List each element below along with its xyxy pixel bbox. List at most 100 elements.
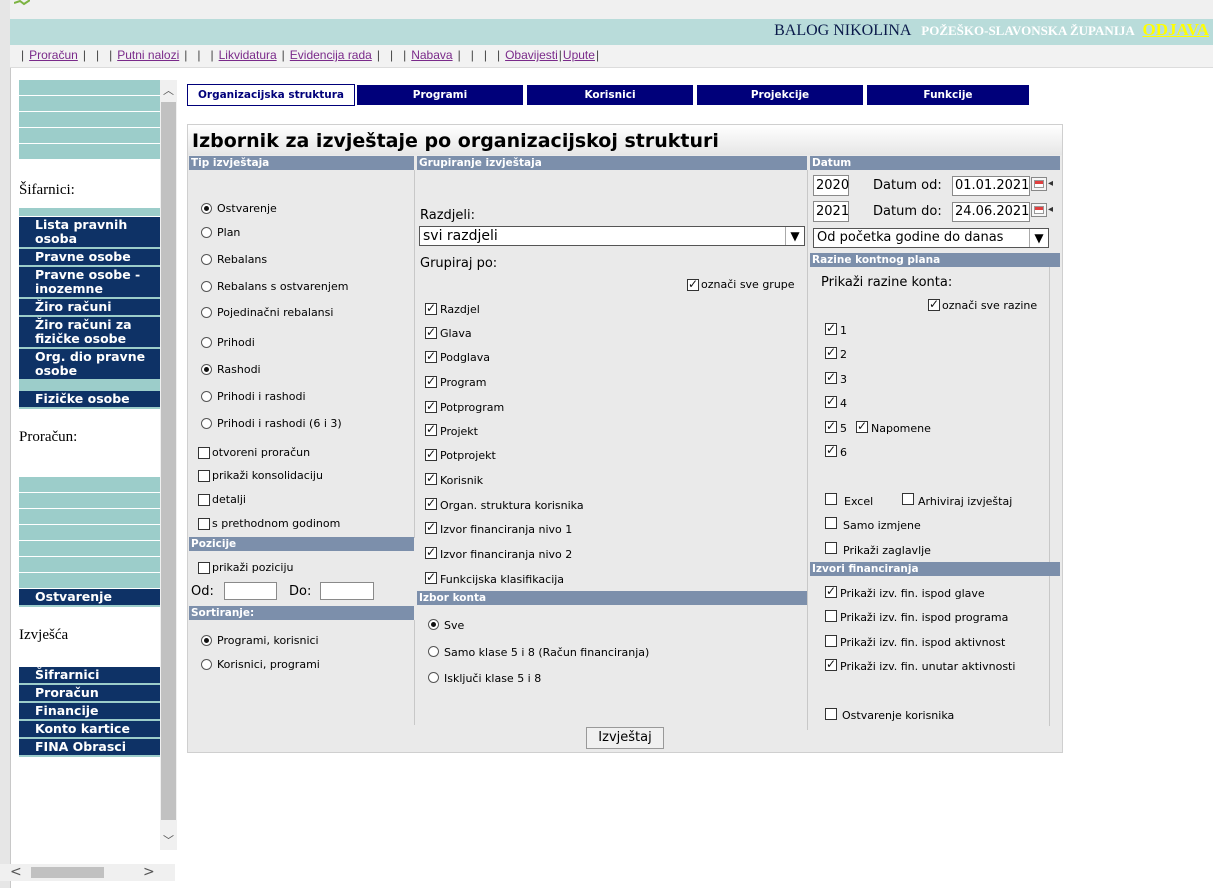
checkbox-razina-3[interactable]: [825, 370, 837, 384]
checkbox-potprogram[interactable]: [425, 399, 437, 413]
checkbox-podglava[interactable]: [425, 349, 437, 363]
checkbox-izvori-ispod-aktivnost[interactable]: [825, 635, 837, 647]
checkbox-razina-6[interactable]: [825, 443, 837, 457]
radio-pojedinacni-rebalansi[interactable]: [201, 307, 212, 318]
calendar-arrow-icon[interactable]: ◂: [1048, 203, 1053, 217]
checkbox-detalji[interactable]: [198, 494, 210, 506]
radio-plan[interactable]: [201, 227, 212, 238]
checkbox-otvoreni-proracun[interactable]: [198, 447, 210, 459]
menu-proracun[interactable]: Proračun: [29, 48, 78, 62]
checkbox-samo-izmjene[interactable]: [825, 517, 837, 529]
radio-prihodi-rashodi-6-3[interactable]: [201, 418, 212, 429]
checkbox-izvor-nivo-2[interactable]: [425, 545, 437, 559]
radio-prihodi-rashodi[interactable]: [201, 391, 212, 402]
checkbox-projekt[interactable]: [425, 422, 437, 436]
sidebar-item-pravne-osobe[interactable]: Pravne osobe: [19, 249, 160, 267]
checkbox-izvor-nivo-1[interactable]: [425, 520, 437, 534]
tab-organizacijska-struktura[interactable]: Organizacijska struktura: [187, 84, 355, 106]
checkbox-oznaci-sve-grupe[interactable]: [687, 277, 699, 291]
menu-nabava[interactable]: Nabava: [411, 48, 452, 62]
sidebar-item-fina-obrasci[interactable]: FINA Obrasci: [19, 739, 160, 757]
checkbox-potprojekt[interactable]: [425, 447, 437, 461]
checkbox-organ-struktura[interactable]: [425, 496, 437, 510]
radio-rebalans-ostvarenje[interactable]: [201, 281, 212, 292]
checkbox-napomene[interactable]: [856, 419, 868, 433]
sidebar-item-financije[interactable]: Financije: [19, 703, 160, 721]
checkbox-label: označi sve razine: [942, 299, 1038, 312]
scrollbar-thumb[interactable]: [31, 867, 104, 878]
sidebar-item-proracun[interactable]: Proračun: [19, 685, 160, 703]
logout-link[interactable]: ODJAVA: [1143, 20, 1209, 39]
datum-do-input[interactable]: 24.06.2021: [952, 202, 1030, 222]
radio-samo-klase[interactable]: [428, 646, 439, 657]
checkbox-razdjel[interactable]: [425, 301, 437, 315]
checkbox-prethodna-godina[interactable]: [198, 518, 210, 530]
menu-evidencija-rada[interactable]: Evidencija rada: [290, 48, 372, 62]
radio-programi-korisnici[interactable]: [201, 635, 212, 646]
tab-projekcije[interactable]: Projekcije: [697, 85, 863, 105]
checkbox-ostvarenje-korisnika[interactable]: [825, 708, 837, 720]
tab-funkcije[interactable]: Funkcije: [867, 85, 1029, 105]
sidebar-item-ostvarenje[interactable]: Ostvarenje: [19, 589, 160, 607]
radio-ostvarenje[interactable]: [201, 203, 212, 214]
calendar-icon[interactable]: [1031, 177, 1047, 191]
radio-label: Korisnici, programi: [217, 658, 320, 671]
scroll-up-icon[interactable]: ︿: [163, 82, 174, 98]
radio-sve[interactable]: [428, 619, 439, 630]
menu-obavijesti[interactable]: Obavijesti: [505, 48, 558, 62]
sidebar-item-lista-pravnih-osoba[interactable]: Lista pravnih osoba: [19, 217, 160, 249]
checkbox-prikazi-poziciju[interactable]: [198, 562, 210, 574]
checkbox-izvori-ispod-glave[interactable]: [825, 584, 837, 598]
sidebar-horizontal-scrollbar[interactable]: < >: [0, 864, 175, 881]
checkbox-label: Projekt: [440, 425, 478, 438]
calendar-icon[interactable]: [1031, 203, 1047, 217]
checkbox-excel[interactable]: [825, 493, 837, 505]
scroll-left-icon[interactable]: <: [10, 864, 22, 880]
izvjestaj-button[interactable]: Izvještaj: [586, 727, 664, 749]
datum-od-input[interactable]: 01.01.2021: [952, 176, 1030, 196]
sidebar-vertical-scrollbar[interactable]: ︿ ﹀: [160, 80, 177, 850]
checkbox-oznaci-sve-razine[interactable]: [928, 297, 940, 311]
pozicija-od-input[interactable]: [224, 582, 277, 600]
pozicija-do-input[interactable]: [320, 582, 374, 600]
sidebar-item-konto-kartice[interactable]: Konto kartice: [19, 721, 160, 739]
sidebar-item-ziro-racuni-fizicke[interactable]: Žiro računi za fizičke osobe: [19, 317, 160, 349]
checkbox-razina-5[interactable]: [825, 419, 837, 433]
radio-prihodi[interactable]: [201, 337, 212, 348]
checkbox-izvori-unutar-aktivnosti[interactable]: [825, 657, 837, 671]
checkbox-razina-2[interactable]: [825, 345, 837, 359]
razdjeli-select[interactable]: svi razdjeli ▼: [419, 226, 805, 246]
sidebar-item-sifrarnici[interactable]: Šifrarnici: [19, 667, 160, 685]
radio-rashodi[interactable]: [201, 364, 212, 375]
scroll-right-icon[interactable]: >: [143, 864, 155, 880]
tab-korisnici[interactable]: Korisnici: [527, 85, 693, 105]
tab-programi[interactable]: Programi: [357, 85, 523, 105]
checkbox-konsolidacija[interactable]: [198, 470, 210, 482]
radio-korisnici-programi[interactable]: [201, 659, 212, 670]
year-to-input[interactable]: 2021: [813, 201, 849, 222]
calendar-arrow-icon[interactable]: ◂: [1048, 177, 1053, 191]
checkbox-funkcijska[interactable]: [425, 570, 437, 584]
sidebar-item-ziro-racuni[interactable]: Žiro računi: [19, 299, 160, 317]
scrollbar-thumb[interactable]: [161, 102, 176, 820]
radio-iskljuci-klase[interactable]: [428, 672, 439, 683]
menu-putni-nalozi[interactable]: Putni nalozi: [117, 48, 179, 62]
checkbox-razina-1[interactable]: [825, 321, 837, 335]
scroll-down-icon[interactable]: ﹀: [163, 832, 174, 848]
checkbox-label: 5: [840, 422, 847, 435]
year-from-input[interactable]: 2020: [813, 175, 849, 196]
menu-likvidatura[interactable]: Likvidatura: [219, 48, 277, 62]
menu-upute[interactable]: Upute: [563, 48, 595, 62]
checkbox-arhiviraj[interactable]: [902, 493, 914, 505]
checkbox-glava[interactable]: [425, 325, 437, 339]
checkbox-prikazi-zaglavlje[interactable]: [825, 542, 837, 554]
checkbox-program[interactable]: [425, 374, 437, 388]
radio-rebalans[interactable]: [201, 254, 212, 265]
sidebar-item-pravne-osobe-inozemne[interactable]: Pravne osobe - inozemne: [19, 267, 160, 299]
period-select[interactable]: Od početka godine do danas ▼: [813, 228, 1049, 248]
sidebar-item-org-dio[interactable]: Org. dio pravne osobe: [19, 349, 160, 381]
sidebar-item-fizicke-osobe[interactable]: Fizičke osobe: [19, 391, 160, 409]
checkbox-izvori-ispod-programa[interactable]: [825, 610, 837, 622]
checkbox-razina-4[interactable]: [825, 394, 837, 408]
checkbox-korisnik[interactable]: [425, 471, 437, 485]
